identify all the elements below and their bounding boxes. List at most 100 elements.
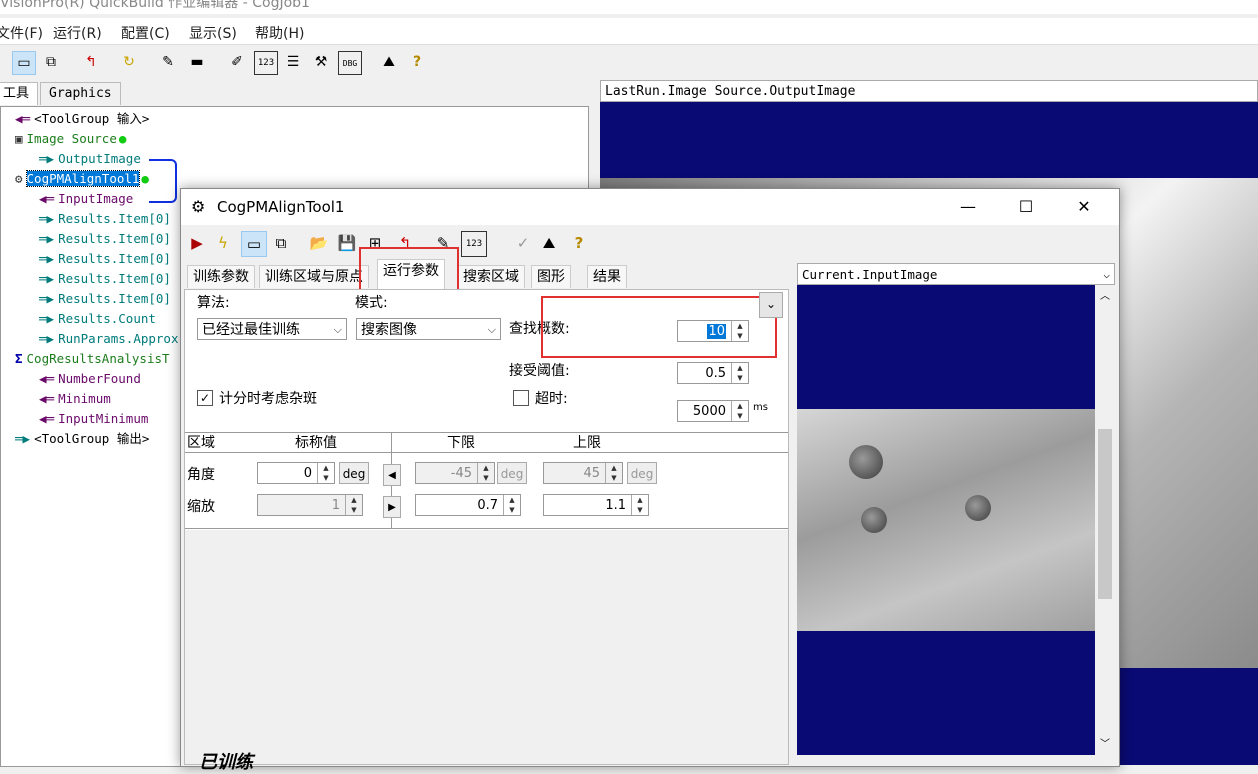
reset-icon[interactable]: ↰ — [80, 51, 102, 73]
link-connector — [149, 159, 177, 203]
tab-graphics[interactable]: Graphics — [40, 82, 121, 105]
tree-result-item[interactable]: ═▶ Results.Item[0] — [39, 249, 171, 269]
terrain-icon[interactable]: ⛰ — [537, 231, 561, 255]
checkmark-icon[interactable]: ✓ — [511, 231, 535, 255]
angle-unit-button[interactable]: deg — [339, 462, 369, 484]
scale-label: 缩放 — [187, 499, 215, 515]
tree-pmalign-tool[interactable]: ⚙ CogPMAlignTool1 ● — [15, 169, 149, 189]
tree-result-item[interactable]: ═▶ Results.Item[0] — [39, 229, 171, 249]
coin-feature — [849, 445, 883, 479]
tab-tools[interactable]: 工具 — [0, 82, 39, 105]
table-header-low: 下限 — [447, 435, 475, 451]
tree-results-analysis[interactable]: Σ CogResultsAnalysisT — [15, 349, 170, 369]
mode-label: 模式: — [355, 295, 388, 311]
tree-toolgroup-output[interactable]: ═▶ <ToolGroup 输出> — [15, 429, 149, 449]
tools-icon[interactable]: ⚒ — [310, 51, 332, 73]
tab-graphics[interactable]: 图形 — [531, 265, 571, 288]
run-params-pane: 算法: 已经过最佳训练 ⌵ 模式: 搜索图像 ⌵ 查找概数: 10 ▲ ▼ ⌄ 接受阈值… — [184, 289, 789, 773]
tree-number-found[interactable]: ◀═ NumberFound — [39, 369, 141, 389]
clutter-label: 计分时考虑杂斑 — [219, 391, 317, 407]
tab-train-region[interactable]: 训练区域与原点 — [259, 265, 369, 288]
close-button[interactable]: ✕ — [1061, 195, 1107, 219]
scale-high-spinner[interactable]: 1.1 ▲ ▼ — [543, 494, 649, 516]
angle-label: 角度 — [187, 467, 215, 483]
notes-icon[interactable]: ✐ — [226, 51, 248, 73]
edit-icon[interactable]: ✎ — [157, 51, 179, 73]
tree-minimum[interactable]: ◀═ Minimum — [39, 389, 111, 409]
timeout-unit: ms — [753, 402, 768, 413]
tree-runparams-approx[interactable]: ═▶ RunParams.Approx — [39, 329, 178, 349]
tree-result-item[interactable]: ═▶ Results.Item[0] — [39, 289, 171, 309]
angle-nominal-spinner[interactable]: 0 ▲ ▼ — [257, 462, 335, 484]
tree-result-item[interactable]: ═▶ Results.Item[0] — [39, 209, 171, 229]
display-header: LastRun.Image Source.OutputImage — [600, 80, 1258, 102]
list-icon[interactable]: ☰ — [282, 51, 304, 73]
accept-threshold-spinner[interactable]: 0.5 ▲ ▼ — [677, 362, 749, 384]
timeout-checkbox[interactable] — [513, 390, 529, 406]
angle-low-spinner[interactable]: -45 ▲ ▼ — [415, 462, 495, 484]
angle-high-spinner[interactable]: 45 ▲ ▼ — [543, 462, 623, 484]
tree-results-count[interactable]: ═▶ Results.Count — [39, 309, 156, 329]
algorithm-select[interactable]: 已经过最佳训练 ⌵ — [197, 318, 347, 340]
numeric-icon[interactable]: 123 — [461, 231, 487, 257]
float-window-icon[interactable]: ⧉ — [269, 231, 293, 255]
coin-feature — [965, 495, 991, 521]
table-header-zone: 区域 — [187, 435, 215, 451]
main-title-bar: VisionPro(R) QuickBuild 作业编辑器 - CogJob1 — [0, 0, 1258, 14]
tree-image-source[interactable]: ▣ Image Source ● — [15, 129, 126, 149]
maximize-button[interactable]: ☐ — [1003, 195, 1049, 219]
table-divider — [185, 528, 788, 529]
clutter-checkbox[interactable]: ✓ — [197, 390, 213, 406]
angle-range-toggle[interactable]: ◀ — [383, 464, 401, 486]
algorithm-label: 算法: — [197, 295, 230, 311]
tree-result-item[interactable]: ═▶ Results.Item[0] — [39, 269, 171, 289]
show-image-icon[interactable]: ▭ — [241, 231, 267, 257]
dialog-title: CogPMAlignTool1 — [217, 198, 345, 216]
tab-search-region[interactable]: 搜索区域 — [457, 265, 525, 288]
scroll-up-icon[interactable]: ︿ — [1100, 287, 1110, 302]
help-icon[interactable]: ? — [406, 51, 428, 73]
current-image-header[interactable]: Current.InputImage ⌵ — [797, 263, 1115, 285]
timeout-spinner[interactable]: 5000 ▲ ▼ — [677, 400, 749, 422]
collapse-button[interactable]: ⌄ — [759, 292, 783, 318]
numeric-icon[interactable]: 123 — [254, 51, 278, 75]
scroll-thumb[interactable] — [1098, 429, 1112, 599]
terrain-icon[interactable]: ⛰ — [378, 51, 400, 73]
scale-low-spinner[interactable]: 0.7 ▲ ▼ — [415, 494, 521, 516]
float-window-icon[interactable]: ⧉ — [40, 51, 62, 73]
angle-high-unit[interactable]: deg — [627, 462, 657, 484]
menu-config[interactable]: 配置(C) — [121, 23, 170, 43]
save-icon[interactable]: 💾 — [335, 231, 359, 255]
tab-train-params[interactable]: 训练参数 — [187, 265, 255, 288]
menu-run[interactable]: 运行(R) — [53, 23, 102, 43]
menu-file[interactable]: 文件(F) — [0, 23, 43, 43]
scale-nominal-spinner[interactable]: 1 ▲ ▼ — [257, 494, 363, 516]
minimize-button[interactable]: — — [945, 195, 991, 219]
run-icon[interactable]: ▶ — [185, 231, 209, 255]
table-header-nominal: 标称值 — [295, 435, 337, 451]
run-continuous-icon[interactable]: ↻ — [118, 51, 140, 73]
electric-run-icon[interactable]: ϟ — [211, 231, 235, 255]
table-header-high: 上限 — [573, 435, 601, 451]
open-icon[interactable]: 📂 — [307, 231, 331, 255]
tree-output-image[interactable]: ═▶ OutputImage — [39, 149, 141, 169]
menu-help[interactable]: 帮助(H) — [255, 23, 304, 43]
show-image-icon[interactable]: ▭ — [12, 51, 36, 75]
trained-status: 已训练 — [199, 752, 253, 773]
tree-toolgroup-input[interactable]: ◀═ <ToolGroup 输入> — [15, 109, 149, 129]
tree-input-minimum[interactable]: ◀═ InputMinimum — [39, 409, 148, 429]
tool-icon[interactable]: ▬ — [186, 51, 208, 73]
debug-icon[interactable]: DBG — [338, 51, 362, 75]
highlight-box-find — [541, 296, 777, 358]
table-divider — [185, 432, 788, 433]
main-window-title: VisionPro(R) QuickBuild 作业编辑器 - CogJob1 — [0, 0, 310, 11]
tree-input-image[interactable]: ◀═ InputImage — [39, 189, 133, 209]
mode-select[interactable]: 搜索图像 ⌵ — [356, 318, 501, 340]
scroll-down-icon[interactable]: ﹀ — [1100, 735, 1110, 750]
image-scrollbar[interactable]: ︿ ﹀ — [1095, 285, 1115, 755]
menu-view[interactable]: 显示(S) — [189, 23, 237, 43]
tab-results[interactable]: 结果 — [587, 265, 627, 288]
help-icon[interactable]: ? — [567, 231, 591, 255]
angle-low-unit[interactable]: deg — [497, 462, 527, 484]
scale-range-toggle[interactable]: ▶ — [383, 496, 401, 518]
